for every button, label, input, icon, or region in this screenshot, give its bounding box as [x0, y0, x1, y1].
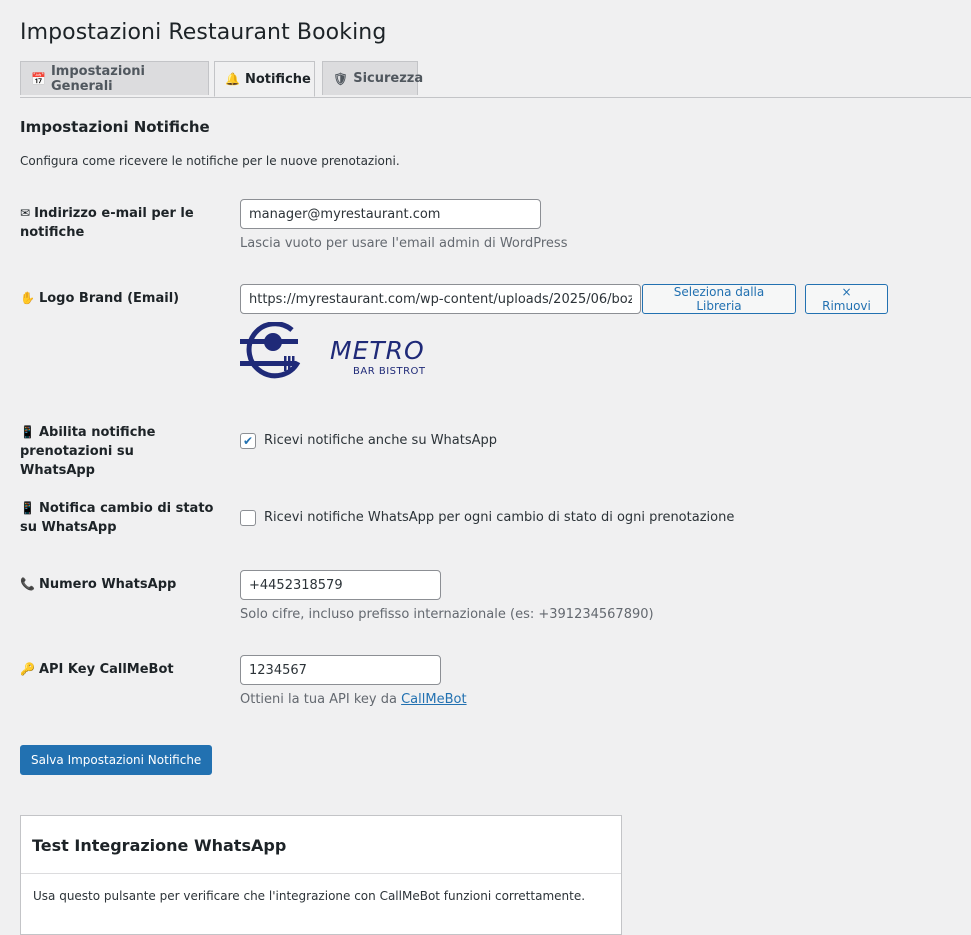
logo-url-field[interactable] — [240, 284, 641, 314]
card-divider — [21, 873, 621, 874]
key-icon: 🔑 — [20, 662, 35, 676]
logo-label: ✋ Logo Brand (Email) — [20, 291, 180, 306]
tab-impostazioni-generali[interactable]: 📅 Impostazioni Generali — [20, 61, 209, 95]
tab-label: Notifiche — [244, 71, 311, 87]
whatsapp-enable-checkbox-label[interactable]: Ricevi notifiche anche su WhatsApp — [264, 433, 497, 448]
api-key-hint: Ottieni la tua API key da CallMeBot — [240, 692, 467, 707]
tab-sicurezza[interactable]: 🛡 Sicurezza — [322, 61, 423, 95]
tab-label: Impostazioni Generali — [50, 63, 145, 94]
callmebot-link[interactable]: CallMeBot — [401, 692, 466, 707]
api-key-field[interactable] — [240, 655, 441, 685]
brand-logo-preview: METRO BAR BISTROT — [240, 321, 445, 384]
logo-tagline: BAR BISTROT — [353, 366, 426, 377]
whatsapp-number-hint: Solo cifre, incluso prefisso internazion… — [240, 607, 654, 622]
section-title: Impostazioni Notifiche — [20, 118, 210, 136]
palette-icon: ✋ — [20, 291, 35, 305]
section-description: Configura come ricevere le notifiche per… — [20, 154, 400, 168]
calendar-icon: 📅 — [31, 71, 46, 86]
email-label: ✉ Indirizzo e-mail per le notifiche — [20, 206, 194, 240]
email-hint: Lascia vuoto per usare l'email admin di … — [240, 236, 568, 251]
whatsapp-enable-label: 📱 Abilita notifiche prenotazioni su Whats… — [20, 425, 156, 478]
mobile-phone-icon: 📱 — [20, 501, 35, 515]
envelope-icon: ✉ — [20, 206, 31, 220]
settings-tabs: 📅 Impostazioni Generali 🔔 Notifiche 🛡 Si… — [20, 61, 971, 98]
bell-icon: 🔔 — [225, 72, 240, 86]
mobile-phone-icon: 📱 — [20, 425, 35, 439]
whatsapp-number-label: 📞 Numero WhatsApp — [20, 577, 177, 592]
tab-notifiche[interactable]: 🔔 Notifiche — [214, 61, 315, 97]
remove-logo-button[interactable]: × Rimuovi — [805, 284, 888, 314]
whatsapp-test-card: Test Integrazione WhatsApp Usa questo pu… — [20, 815, 622, 935]
whatsapp-status-checkbox[interactable] — [240, 510, 256, 526]
metro-logo-icon: METRO BAR BISTROT — [240, 321, 426, 379]
whatsapp-enable-checkbox[interactable]: ✔ — [240, 433, 256, 449]
tab-label: Sicurezza — [353, 71, 424, 86]
whatsapp-status-label: 📱 Notifica cambio di stato su WhatsApp — [20, 501, 214, 535]
api-key-label: 🔑 API Key CallMeBot — [20, 662, 174, 677]
api-key-hint-text: Ottieni la tua API key da — [240, 692, 402, 707]
save-notifications-button[interactable]: Salva Impostazioni Notifiche — [20, 745, 213, 775]
page-title: Impostazioni Restaurant Booking — [20, 20, 387, 45]
email-field[interactable] — [240, 199, 541, 229]
card-title: Test Integrazione WhatsApp — [32, 836, 287, 855]
logo-wordmark: METRO — [330, 336, 425, 365]
shield-icon: 🛡 — [333, 71, 349, 86]
select-from-library-button[interactable]: Seleziona dalla Libreria — [642, 284, 796, 314]
whatsapp-number-field[interactable] — [240, 570, 441, 600]
checkmark-icon: ✔ — [242, 434, 254, 448]
whatsapp-status-checkbox-label[interactable]: Ricevi notifiche WhatsApp per ogni cambi… — [264, 510, 734, 525]
telephone-icon: 📞 — [20, 577, 35, 591]
